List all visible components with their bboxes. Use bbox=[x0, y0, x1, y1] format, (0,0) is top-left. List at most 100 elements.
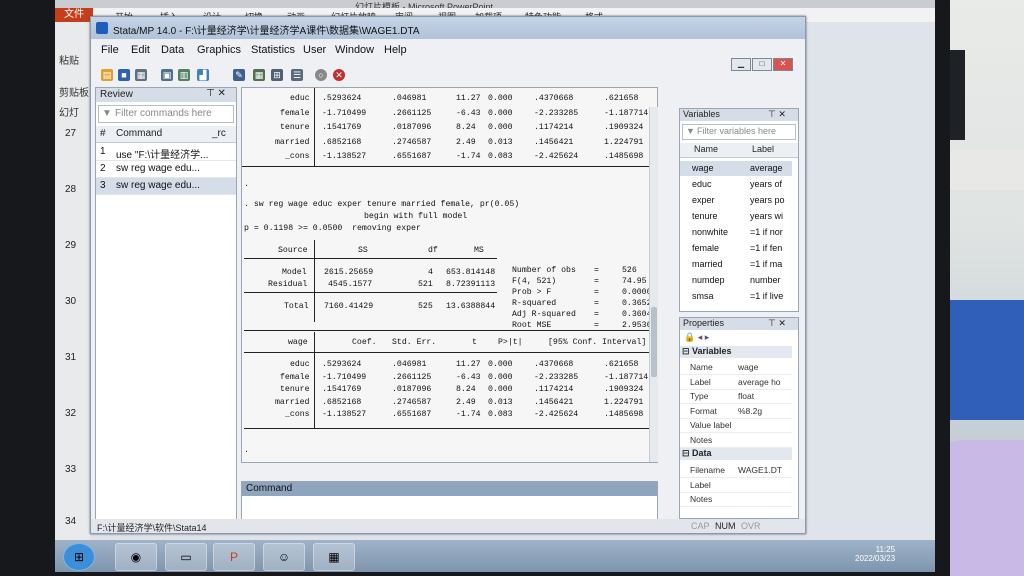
print-icon[interactable]: ▦ bbox=[135, 69, 147, 81]
menu-user[interactable]: User bbox=[303, 44, 326, 56]
coef-divider bbox=[314, 332, 315, 428]
col-command[interactable]: Command bbox=[116, 128, 162, 139]
coef-cell-lo: .1456421 bbox=[534, 397, 574, 407]
slide-number: 30 bbox=[65, 296, 77, 307]
prop-section-data[interactable]: ⊟ Data bbox=[680, 448, 792, 460]
working-directory: F:\计量经济学\软件\Stata14 bbox=[97, 523, 207, 533]
top-cell-lo: -2.425624 bbox=[534, 152, 579, 161]
property-row[interactable]: Type float bbox=[680, 389, 792, 404]
stat-eq: = bbox=[594, 299, 599, 308]
top-cell-hi: .1485698 bbox=[604, 152, 644, 161]
log-icon[interactable]: ▣ bbox=[161, 69, 173, 81]
property-row[interactable]: Notes bbox=[680, 492, 792, 507]
variables-filter-input[interactable]: ▼ Filter variables here bbox=[682, 124, 796, 140]
viewer-icon[interactable]: ▥ bbox=[178, 69, 190, 81]
prop-section-variables[interactable]: ⊟ Variables bbox=[680, 346, 792, 358]
coef-cell-lo: -2.233285 bbox=[534, 372, 579, 382]
stata-titlebar[interactable]: Stata/MP 14.0 - F:\计量经济学\计量经济学A课件\数据集\WA… bbox=[91, 17, 805, 39]
col-name[interactable]: Name bbox=[694, 144, 718, 154]
property-row[interactable]: Label bbox=[680, 478, 792, 493]
powerpoint-icon[interactable]: P bbox=[213, 543, 255, 571]
stat-eq: = bbox=[594, 288, 599, 297]
pin-icon[interactable]: ⊤ ✕ bbox=[768, 318, 786, 329]
variable-row[interactable]: numdep number bbox=[680, 273, 792, 288]
menu-edit[interactable]: Edit bbox=[131, 44, 150, 56]
top-cell-se: .0187096 bbox=[392, 123, 432, 132]
property-row[interactable]: Format %8.2g bbox=[680, 404, 792, 419]
variable-row[interactable]: female =1 if fen bbox=[680, 241, 792, 256]
property-row[interactable]: Filename WAGE1.DT bbox=[680, 463, 792, 478]
property-row[interactable]: Label average ho bbox=[680, 375, 792, 390]
close-button[interactable]: ✕ bbox=[773, 58, 793, 71]
review-item-selected[interactable]: 3 sw reg wage edu... bbox=[96, 178, 236, 195]
menu-window[interactable]: Window bbox=[335, 44, 374, 56]
break-icon[interactable]: ✕ bbox=[333, 69, 345, 81]
property-row[interactable]: Value label bbox=[680, 418, 792, 433]
coef-cell-t: 11.27 bbox=[456, 360, 481, 369]
variable-row[interactable]: exper years po bbox=[680, 193, 792, 208]
top-cell-lo: -2.233285 bbox=[534, 108, 579, 118]
command-echo: . sw reg wage educ exper tenure married … bbox=[244, 200, 520, 209]
variable-row[interactable]: smsa =1 if live bbox=[680, 289, 792, 304]
property-key: Name bbox=[690, 362, 713, 372]
do-file-editor-icon[interactable]: ✎ bbox=[233, 69, 245, 81]
slide-number: 31 bbox=[65, 352, 77, 363]
photos-icon[interactable]: ☺ bbox=[263, 543, 305, 571]
variable-row[interactable]: nonwhite =1 if nor bbox=[680, 225, 792, 240]
top-cell-p: 0.000 bbox=[488, 94, 513, 103]
variable-row[interactable]: tenure years wi bbox=[680, 209, 792, 224]
chrome-icon[interactable]: ◉ bbox=[115, 543, 157, 571]
menu-file[interactable]: File bbox=[101, 44, 119, 56]
anova-ms: 8.72391113 bbox=[446, 280, 496, 289]
pin-icon[interactable]: ⊤ ✕ bbox=[768, 109, 786, 120]
variable-name: nonwhite bbox=[692, 227, 729, 237]
variables-manager-icon[interactable]: ☰ bbox=[291, 69, 303, 81]
review-item[interactable]: 2 sw reg wage edu... bbox=[96, 161, 236, 178]
coef-cell-coef: .1541769 bbox=[322, 385, 362, 394]
col-label[interactable]: Label bbox=[752, 144, 774, 154]
col-num[interactable]: # bbox=[100, 128, 106, 139]
graph-icon[interactable]: ▟ bbox=[197, 69, 209, 81]
data-browser-icon[interactable]: ⊞ bbox=[271, 69, 283, 81]
menu-graphics[interactable]: Graphics bbox=[197, 44, 241, 56]
stata-taskbar-icon[interactable]: ▦ bbox=[313, 543, 355, 571]
slide-number: 29 bbox=[65, 240, 77, 251]
ppt-paste-label[interactable]: 粘贴 bbox=[59, 52, 79, 67]
stat-label: F(4, 521) bbox=[512, 277, 557, 286]
variable-row[interactable]: wage average bbox=[680, 161, 792, 176]
anova-ss: 4545.1577 bbox=[328, 280, 373, 289]
stat-value: 526 bbox=[622, 266, 637, 275]
review-filter-input[interactable]: ▼ Filter commands here bbox=[98, 105, 234, 123]
more-icon[interactable]: ○ bbox=[315, 69, 327, 81]
property-value: average ho bbox=[738, 376, 781, 387]
explorer-icon[interactable]: ▭ bbox=[165, 543, 207, 571]
results-pane[interactable]: . . sw reg wage educ exper tenure marrie… bbox=[241, 87, 658, 463]
stat-label: Root MSE bbox=[512, 321, 552, 330]
maximize-button[interactable]: □ bbox=[752, 58, 772, 71]
pin-icon[interactable]: ⊤ ✕ bbox=[206, 88, 226, 99]
variables-header: Variables ⊤ ✕ bbox=[680, 109, 798, 121]
property-row[interactable]: Notes bbox=[680, 433, 792, 448]
menu-help[interactable]: Help bbox=[384, 44, 407, 56]
start-button[interactable]: ⊞ bbox=[63, 543, 95, 571]
save-icon[interactable]: ■ bbox=[118, 69, 130, 81]
stat-value: 0.3604 bbox=[622, 310, 652, 319]
anova-head-ms: MS bbox=[474, 246, 484, 255]
lock-arrows-icon[interactable]: 🔒 ◂ ▸ bbox=[684, 332, 709, 343]
minimize-button[interactable]: ▁ bbox=[731, 58, 751, 71]
menu-statistics[interactable]: Statistics bbox=[251, 44, 295, 56]
clock[interactable]: 11:25 2022/03/23 bbox=[855, 545, 895, 563]
variable-row[interactable]: married =1 if ma bbox=[680, 257, 792, 272]
col-rc[interactable]: _rc bbox=[212, 128, 226, 139]
variable-row[interactable]: educ years of bbox=[680, 177, 792, 192]
property-row[interactable]: Name wage bbox=[680, 360, 792, 375]
coef-cell-var: _cons bbox=[285, 410, 310, 419]
data-editor-icon[interactable]: ▦ bbox=[253, 69, 265, 81]
property-key: Label bbox=[690, 479, 711, 490]
open-icon[interactable]: ▤ bbox=[101, 69, 113, 81]
coef-cell-t: 8.24 bbox=[456, 385, 476, 394]
command-pane[interactable]: Command bbox=[241, 481, 658, 523]
results-scrollbar[interactable] bbox=[649, 107, 658, 462]
menu-data[interactable]: Data bbox=[161, 44, 184, 56]
review-item[interactable]: 1 use "F:\计量经济学... bbox=[96, 144, 236, 161]
